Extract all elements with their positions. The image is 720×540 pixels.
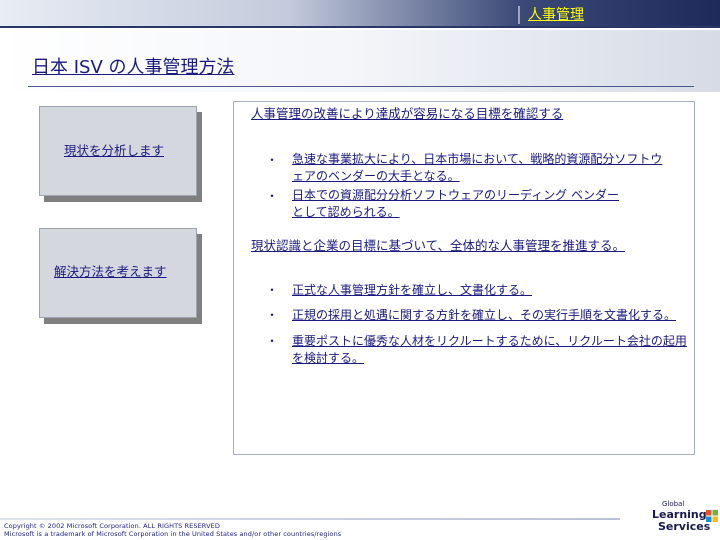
goal-item: 日本での資源配分分析ソフトウェアのリーディング ベンダー として認められる。: [292, 187, 682, 221]
bullet-marker: ・: [266, 189, 279, 203]
title-rule: [28, 86, 694, 87]
strategy-item-line: 正規の採用と処遇に関する方針を確立し、その実行手順を文書化する。: [292, 308, 677, 322]
goal-item-line: ェアのベンダーの大手となる。: [292, 169, 460, 183]
page-title: 日本 ISV の人事管理方法: [32, 57, 235, 78]
strategy-item: 正規の採用と処遇に関する方針を確立し、その実行手順を文書化する。: [292, 307, 692, 324]
analyze-box-label: 現状を分析します: [64, 143, 165, 158]
logo-services-text: Services: [658, 520, 711, 533]
footer-rule: [0, 518, 620, 520]
goal-item: 急速な事業拡大により、日本市場において、戦略的資源配分ソフトウ ェアのベンダーの…: [292, 151, 682, 185]
bullet-marker: ・: [266, 308, 279, 322]
goal-item-line: 日本での資源配分分析ソフトウェアのリーディング ベンダー: [292, 188, 619, 202]
header-bar: [0, 0, 720, 28]
footer-trademark: Microsoft is a trademark of Microsoft Co…: [4, 530, 342, 538]
goal-heading: 人事管理の改善により達成が容易になる目標を確認する: [251, 106, 564, 121]
strategy-item-line: 重要ポストに優秀な人材をリクルートするために、リクルート会社の起用: [292, 334, 687, 348]
header-divider: [518, 6, 520, 24]
bullet-marker: ・: [266, 283, 279, 297]
strategy-item-line: を検討する。: [292, 351, 365, 365]
header-underline: [0, 26, 720, 28]
goal-item-line: 急速な事業拡大により、日本市場において、戦略的資源配分ソフトウ: [292, 152, 663, 166]
strategy-heading: 現状認識と企業の目標に基づいて、全体的な人事管理を推進する。: [251, 238, 626, 253]
strategy-item-line: 正式な人事管理方針を確立し、文書化する。: [292, 283, 533, 297]
bullet-marker: ・: [266, 153, 279, 167]
bullet-marker: ・: [266, 334, 279, 348]
logo-global-text: Global: [662, 500, 685, 508]
goal-item-line: として認められる。: [292, 205, 400, 219]
strategy-item: 重要ポストに優秀な人材をリクルートするために、リクルート会社の起用 を検討する。: [292, 333, 692, 367]
strategy-item: 正式な人事管理方針を確立し、文書化する。: [292, 282, 692, 299]
windows-flag-icon: [706, 510, 718, 522]
solution-box-label: 解決方法を考えます: [54, 264, 167, 279]
footer-copyright: Copyright © 2002 Microsoft Corporation. …: [4, 522, 220, 530]
section-label[interactable]: 人事管理: [528, 6, 584, 24]
global-learning-services-logo: Global Learning Services: [648, 500, 718, 540]
